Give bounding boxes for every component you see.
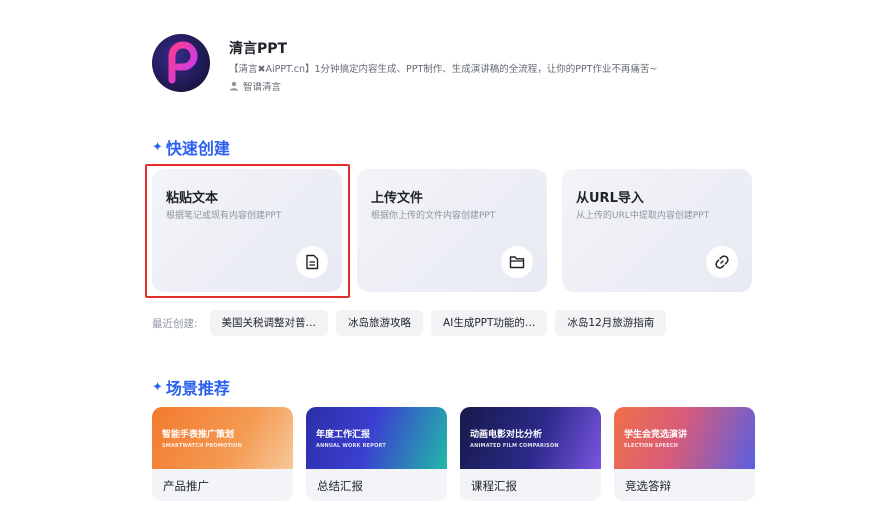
card-title: 上传文件: [371, 191, 424, 206]
scenes-heading: ✦ 场景推荐: [152, 375, 230, 399]
user-icon: [230, 81, 238, 91]
app-header: 清言PPT 【清言✖AiPPT.cn】1分钟搞定内容生成、PPT制作、生成演讲稿…: [152, 34, 772, 94]
scene-banner-title: 动画电影对比分析: [470, 430, 543, 440]
p-logo-icon: [152, 34, 210, 92]
card-title: 从URL导入: [576, 191, 644, 206]
scene-card-course[interactable]: 动画电影对比分析 ANIMATED FILM COMPARISON 课程汇报: [460, 407, 601, 501]
recent-label: 最近创建:: [152, 317, 198, 330]
url-import-card[interactable]: 从URL导入 从上传的URL中提取内容创建PPT: [562, 169, 752, 292]
recent-chip[interactable]: 美国关税调整对普…: [209, 310, 329, 336]
scene-label: 产品推广: [163, 479, 209, 493]
link-icon[interactable]: [706, 246, 738, 278]
scene-banner-title: 年度工作汇报: [316, 430, 371, 440]
scene-card-product[interactable]: 智能手表推广策划 SMARTWATCH PROMOTION 产品推广: [152, 407, 293, 501]
app-title: 清言PPT: [229, 41, 288, 57]
scene-banner-subtitle: ELECTION SPEECH: [624, 443, 679, 449]
upload-file-card[interactable]: 上传文件 根据你上传的文件内容创建PPT: [357, 169, 547, 292]
scene-banner-subtitle: SMARTWATCH PROMOTION: [162, 443, 242, 449]
quick-create-title: 快速创建: [165, 139, 230, 158]
scene-banner: 学生会竞选演讲 ELECTION SPEECH: [614, 407, 755, 469]
scene-banner-title: 智能手表推广策划: [162, 430, 235, 440]
scene-banner: 智能手表推广策划 SMARTWATCH PROMOTION: [152, 407, 293, 469]
author-name: 智谱清言: [243, 82, 282, 93]
scene-banner: 年度工作汇报 ANNUAL WORK REPORT: [306, 407, 447, 469]
card-subtitle: 从上传的URL中提取内容创建PPT: [576, 211, 710, 221]
recent-chip[interactable]: 冰岛旅游攻略: [336, 310, 424, 336]
card-subtitle: 根据你上传的文件内容创建PPT: [371, 211, 496, 221]
scene-label: 课程汇报: [471, 479, 517, 493]
recent-list: 最近创建: 美国关税调整对普… 冰岛旅游攻略 AI生成PPT功能的… 冰岛12月…: [152, 310, 667, 336]
scene-label: 竞选答辩: [625, 479, 671, 493]
scenes-title: 场景推荐: [165, 379, 230, 398]
author-info: 智谱清言: [229, 79, 281, 93]
scene-card-summary[interactable]: 年度工作汇报 ANNUAL WORK REPORT 总结汇报: [306, 407, 447, 501]
sparkle-icon: ✦: [152, 379, 163, 395]
recent-chip[interactable]: AI生成PPT功能的…: [431, 310, 548, 336]
scene-label: 总结汇报: [317, 479, 363, 493]
scene-banner-title: 学生会竞选演讲: [624, 430, 688, 440]
scene-cards: 智能手表推广策划 SMARTWATCH PROMOTION 产品推广 年度工作汇…: [152, 407, 756, 501]
scene-card-election[interactable]: 学生会竞选演讲 ELECTION SPEECH 竞选答辩: [614, 407, 755, 501]
sparkle-icon: ✦: [152, 139, 163, 155]
folder-icon[interactable]: [501, 246, 533, 278]
highlight-box: [145, 164, 350, 298]
scene-banner-subtitle: ANIMATED FILM COMPARISON: [470, 443, 559, 449]
recent-chip[interactable]: 冰岛12月旅游指南: [555, 310, 667, 336]
app-description: 【清言✖AiPPT.cn】1分钟搞定内容生成、PPT制作、生成演讲稿的全流程，让…: [229, 64, 658, 75]
scene-banner-subtitle: ANNUAL WORK REPORT: [316, 443, 386, 449]
quick-create-heading: ✦ 快速创建: [152, 135, 230, 159]
scene-banner: 动画电影对比分析 ANIMATED FILM COMPARISON: [460, 407, 601, 469]
